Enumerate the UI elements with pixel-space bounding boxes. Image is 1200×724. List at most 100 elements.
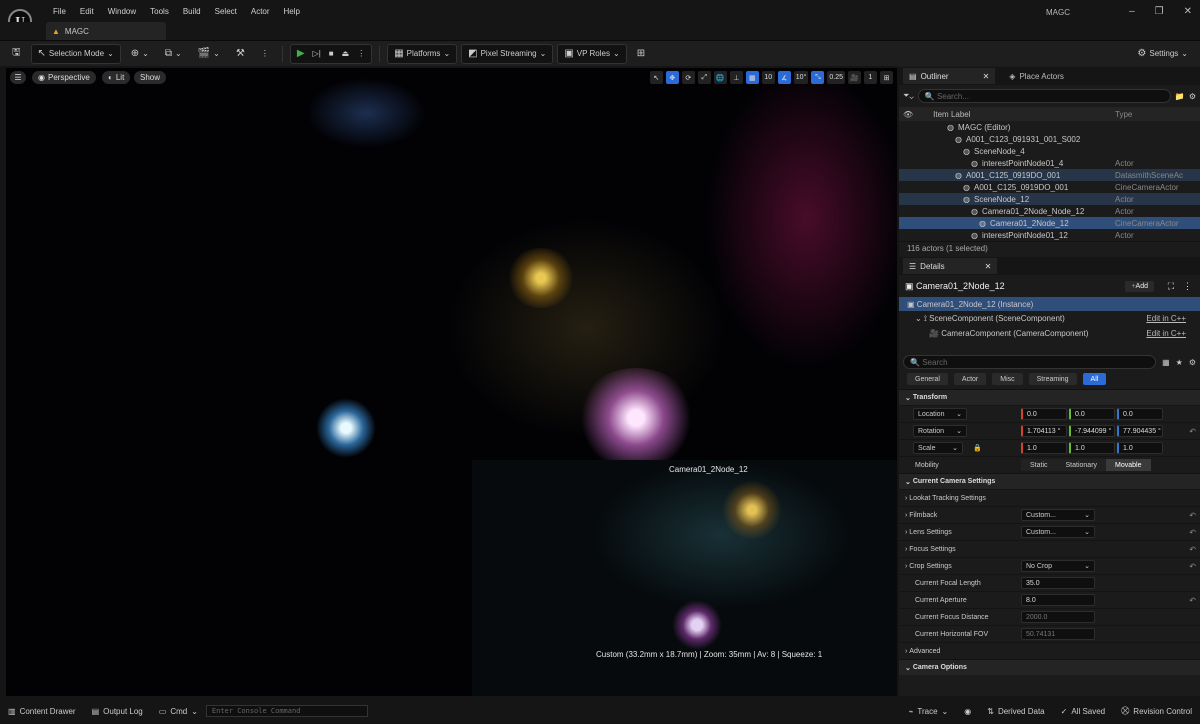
stop-icon[interactable]: ■: [329, 49, 334, 58]
reset-icon[interactable]: ↶: [1189, 545, 1196, 554]
camera-speed-value[interactable]: 1: [864, 71, 877, 84]
platforms-dropdown[interactable]: ▦ Platforms ⌄: [387, 43, 458, 64]
outliner-row[interactable]: ◍ MAGC (Editor): [899, 121, 1200, 133]
location-dropdown[interactable]: Location ⌄: [913, 408, 967, 420]
extra-tool-icon[interactable]: ⊞: [631, 44, 651, 64]
focus-distance-field[interactable]: 2000.0: [1021, 611, 1095, 623]
trace-button[interactable]: ⌁ Trace ⌄: [901, 707, 957, 716]
maximize-icon[interactable]: ❐: [1155, 6, 1164, 17]
cmd-dropdown[interactable]: ▭ Cmd ⌄: [151, 707, 206, 716]
outliner-tab[interactable]: ▤ Outliner ✕: [903, 68, 996, 84]
outliner-row[interactable]: ◍ Camera01_2Node_Node_12 Actor: [899, 205, 1200, 217]
content-drawer-button[interactable]: ▥ Content Drawer: [0, 707, 84, 716]
cinematics-button[interactable]: 🎬 ⌄: [192, 44, 226, 64]
reset-icon[interactable]: ↶: [1189, 427, 1196, 436]
instance-row[interactable]: ▣ Camera01_2Node_12 (Instance): [899, 297, 1200, 311]
rotation-z-field[interactable]: 77.904435 °: [1117, 425, 1163, 437]
advanced-row[interactable]: › Advanced: [899, 642, 1200, 659]
grid-snap-icon[interactable]: ▦: [745, 71, 759, 84]
modeling-icon[interactable]: ⚒: [230, 44, 251, 64]
save-icon[interactable]: 🖫: [6, 44, 27, 64]
step-icon[interactable]: ▷|: [313, 49, 321, 58]
eject-icon[interactable]: ⏏: [342, 49, 350, 58]
filmback-dropdown[interactable]: Custom... ⌄: [1021, 509, 1095, 521]
details-settings-icon[interactable]: ⚙: [1189, 358, 1196, 367]
derived-data-button[interactable]: ⇅ Derived Data: [979, 707, 1052, 716]
rotation-snap-value[interactable]: 10°: [793, 71, 809, 84]
blueprint-icon[interactable]: ⛶: [1168, 281, 1174, 292]
menu-file[interactable]: File: [46, 7, 73, 16]
lit-button[interactable]: ◐ Lit: [102, 71, 131, 84]
reset-icon[interactable]: ↶: [1189, 511, 1196, 520]
layout-icon[interactable]: ⊞: [880, 71, 893, 84]
lookat-row[interactable]: › Lookat Tracking Settings: [899, 489, 1200, 506]
all-saved-button[interactable]: ✓ All Saved: [1053, 707, 1114, 716]
filter-general[interactable]: General: [907, 373, 948, 385]
grid-snap-value[interactable]: 10: [761, 71, 775, 84]
camera-speed-icon[interactable]: 🎥: [848, 71, 861, 84]
visibility-icon[interactable]: 👁: [899, 110, 913, 119]
select-tool-icon[interactable]: ↖: [649, 71, 663, 84]
details-search-input[interactable]: 🔍 Search: [903, 355, 1157, 369]
filter-streaming[interactable]: Streaming: [1028, 373, 1077, 385]
output-log-button[interactable]: ▤ Output Log: [84, 707, 151, 716]
aperture-field[interactable]: 8.0: [1021, 594, 1095, 606]
col-type[interactable]: Type: [1115, 110, 1132, 119]
scale-dropdown[interactable]: Scale ⌄: [913, 442, 963, 454]
pixel-streaming-dropdown[interactable]: ◩ Pixel Streaming ⌄: [461, 43, 554, 64]
perspective-button[interactable]: ◉ Perspective: [32, 71, 96, 84]
scale-snap-icon[interactable]: ⤡: [811, 71, 825, 84]
location-y-field[interactable]: 0.0: [1069, 408, 1115, 420]
menu-tools[interactable]: Tools: [143, 7, 176, 16]
lens-dropdown[interactable]: Custom... ⌄: [1021, 526, 1095, 538]
details-tab[interactable]: ☰ Details ✕: [903, 258, 998, 274]
rotation-dropdown[interactable]: Rotation ⌄: [913, 425, 967, 437]
menu-build[interactable]: Build: [176, 7, 208, 16]
outliner-row[interactable]: ◍ interestPointNode01_4 Actor: [899, 157, 1200, 169]
edit-cpp-link[interactable]: Edit in C++: [1146, 314, 1186, 323]
show-button[interactable]: Show: [134, 71, 167, 84]
transform-category[interactable]: ⌄ Transform: [899, 389, 1200, 405]
outliner-row[interactable]: ◍ A001_C125_0919DO_001 DatasmithSceneAc: [899, 169, 1200, 181]
scale-x-field[interactable]: 1.0: [1021, 442, 1067, 454]
crop-dropdown[interactable]: No Crop ⌄: [1021, 560, 1095, 572]
close-icon[interactable]: ✕: [1184, 6, 1192, 17]
vp-roles-dropdown[interactable]: ▣ VP Roles ⌄: [557, 43, 627, 64]
viewport-menu-icon[interactable]: ☰: [10, 71, 26, 84]
focal-length-field[interactable]: 35.0: [1021, 577, 1095, 589]
edit-cpp-link[interactable]: Edit in C++: [1146, 329, 1186, 338]
outliner-row[interactable]: ◍ interestPointNode01_12 Actor: [899, 229, 1200, 241]
filter-all[interactable]: All: [1082, 373, 1107, 385]
menu-help[interactable]: Help: [277, 7, 307, 16]
filter-actor[interactable]: Actor: [953, 373, 987, 385]
outliner-row[interactable]: ◍ A001_C123_091931_001_S002: [899, 133, 1200, 145]
play-icon[interactable]: ▶: [297, 48, 305, 59]
surface-snap-icon[interactable]: ⊥: [729, 71, 743, 84]
filmback-label[interactable]: › Filmback: [905, 512, 937, 519]
console-input[interactable]: Enter Console Command: [205, 705, 368, 717]
blueprint-button[interactable]: ⧉ ⌄: [159, 44, 188, 64]
mobility-stationary[interactable]: Stationary: [1056, 459, 1107, 471]
add-component-button[interactable]: +Add: [1125, 280, 1154, 292]
play-options-icon[interactable]: ⋮: [357, 49, 365, 58]
revision-control-button[interactable]: ⛒ Revision Control: [1113, 706, 1200, 716]
mobility-movable[interactable]: Movable: [1106, 459, 1151, 471]
selection-mode-dropdown[interactable]: ↖ Selection Mode ⌄: [30, 43, 121, 64]
settings-button[interactable]: ⚙ Settings ⌄: [1131, 44, 1194, 64]
reset-icon[interactable]: ↶: [1189, 528, 1196, 537]
more-options-icon[interactable]: ⋮: [1183, 281, 1192, 292]
camera-settings-category[interactable]: ⌄ Current Camera Settings: [899, 473, 1200, 489]
level-tab[interactable]: ▲ MAGC: [46, 22, 166, 40]
scale-tool-icon[interactable]: ⤢: [697, 71, 711, 84]
close-icon[interactable]: ✕: [983, 72, 990, 81]
scale-y-field[interactable]: 1.0: [1069, 442, 1115, 454]
outliner-row[interactable]: ◍ Camera01_2Node_12 CineCameraActor: [899, 217, 1200, 229]
location-z-field[interactable]: 0.0: [1117, 408, 1163, 420]
add-folder-icon[interactable]: 📁: [1175, 92, 1185, 101]
minimize-icon[interactable]: –: [1129, 6, 1135, 17]
rotation-x-field[interactable]: 1.704113 °: [1021, 425, 1067, 437]
outliner-row[interactable]: ◍ SceneNode_12 Actor: [899, 193, 1200, 205]
rotation-y-field[interactable]: -7.944099 °: [1069, 425, 1115, 437]
crop-label[interactable]: › Crop Settings: [905, 563, 952, 570]
outliner-search-input[interactable]: 🔍 Search...: [917, 89, 1171, 103]
